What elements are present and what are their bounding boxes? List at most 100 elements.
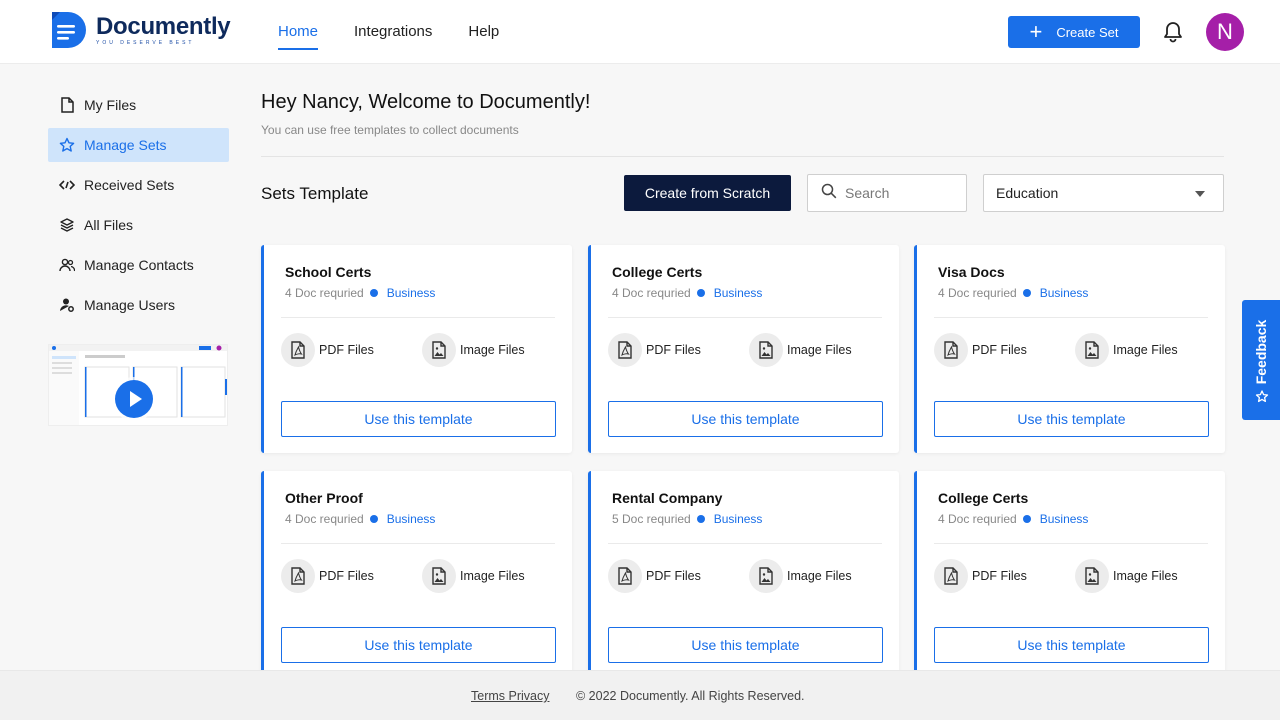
file-icon xyxy=(59,97,75,113)
pdf-file-icon xyxy=(608,333,642,367)
template-card: School Certs 4 Doc requried Business PDF… xyxy=(261,245,572,453)
search-icon xyxy=(821,183,837,204)
sidebar: My Files Manage Sets Received Sets All F… xyxy=(48,88,229,328)
file-type-pdf: PDF Files xyxy=(608,559,701,593)
section-divider xyxy=(261,156,1224,157)
use-template-button[interactable]: Use this template xyxy=(608,627,883,663)
card-category: Business xyxy=(1039,512,1089,526)
file-type-pdf: PDF Files xyxy=(608,333,701,367)
file-type-pdf: PDF Files xyxy=(281,333,374,367)
card-divider xyxy=(934,543,1208,544)
pdf-file-icon xyxy=(608,559,642,593)
pdf-files-label: PDF Files xyxy=(319,569,374,583)
user-avatar[interactable]: N xyxy=(1206,13,1244,51)
card-doc-count: 4 Doc requried xyxy=(938,512,1017,526)
card-title: College Certs xyxy=(612,264,703,280)
card-divider xyxy=(934,317,1208,318)
image-files-label: Image Files xyxy=(460,569,525,583)
pdf-files-label: PDF Files xyxy=(972,343,1027,357)
bell-icon[interactable] xyxy=(1162,20,1184,44)
sidebar-item-all-files[interactable]: All Files xyxy=(48,208,229,242)
sidebar-item-label: My Files xyxy=(84,97,137,113)
file-type-image: Image Files xyxy=(1075,559,1178,593)
card-doc-count: 4 Doc requried xyxy=(938,286,1017,300)
image-file-icon xyxy=(422,333,456,367)
brand-wordmark: Documently YOU DESERVE BEST xyxy=(96,13,231,47)
category-select[interactable]: Education xyxy=(983,174,1224,212)
category-dot-icon xyxy=(369,515,378,523)
top-header: Documently YOU DESERVE BEST Home Integra… xyxy=(0,0,1280,64)
sidebar-item-my-files[interactable]: My Files xyxy=(48,88,229,122)
template-card: Rental Company 5 Doc requried Business P… xyxy=(588,471,899,679)
sidebar-item-label: All Files xyxy=(84,217,134,233)
pdf-files-label: PDF Files xyxy=(319,343,374,357)
category-dot-icon xyxy=(696,515,705,523)
terms-privacy-link[interactable]: Terms Privacy xyxy=(471,689,549,703)
welcome-title: Hey Nancy, Welcome to Documently! xyxy=(261,91,591,113)
pdf-file-icon xyxy=(281,559,315,593)
card-divider xyxy=(608,317,882,318)
nav-integrations[interactable]: Integrations xyxy=(354,0,432,64)
search-box[interactable] xyxy=(807,174,967,212)
use-template-button[interactable]: Use this template xyxy=(934,627,1209,663)
card-meta: 4 Doc requried Business xyxy=(285,512,435,526)
image-files-label: Image Files xyxy=(787,343,852,357)
nav-home[interactable]: Home xyxy=(278,0,319,64)
card-title: School Certs xyxy=(285,264,372,280)
pdf-files-label: PDF Files xyxy=(646,569,701,583)
pdf-files-label: PDF Files xyxy=(972,569,1027,583)
document-logo-icon xyxy=(48,10,86,50)
card-meta: 5 Doc requried Business xyxy=(612,512,762,526)
card-meta: 4 Doc requried Business xyxy=(938,286,1088,300)
card-title: College Certs xyxy=(938,490,1029,506)
play-icon[interactable] xyxy=(115,380,153,418)
file-type-pdf: PDF Files xyxy=(934,559,1027,593)
sidebar-item-label: Manage Users xyxy=(84,297,176,313)
file-type-image: Image Files xyxy=(422,333,525,367)
sidebar-item-manage-sets[interactable]: Manage Sets xyxy=(48,128,229,162)
card-divider xyxy=(608,543,882,544)
file-type-pdf: PDF Files xyxy=(281,559,374,593)
users-icon xyxy=(59,257,75,273)
copyright-text: © 2022 Documently. All Rights Reserved. xyxy=(576,689,805,703)
plus-icon: + xyxy=(1029,19,1043,44)
sidebar-item-manage-contacts[interactable]: Manage Contacts xyxy=(48,248,229,282)
nav-help[interactable]: Help xyxy=(468,0,499,64)
card-divider xyxy=(281,543,555,544)
create-set-button[interactable]: + Create Set xyxy=(1008,16,1140,48)
use-template-button[interactable]: Use this template xyxy=(281,401,556,437)
code-icon xyxy=(59,177,75,193)
feedback-label: Feedback xyxy=(1253,319,1269,385)
sidebar-item-received-sets[interactable]: Received Sets xyxy=(48,168,229,202)
image-file-icon xyxy=(1075,333,1109,367)
file-type-image: Image Files xyxy=(749,333,852,367)
brand-logo[interactable]: Documently YOU DESERVE BEST xyxy=(48,10,231,50)
welcome-subtitle: You can use free templates to collect do… xyxy=(261,123,519,137)
layers-icon xyxy=(59,217,75,233)
tutorial-video-thumbnail[interactable] xyxy=(48,344,228,426)
file-type-image: Image Files xyxy=(1075,333,1178,367)
image-file-icon xyxy=(749,559,783,593)
card-meta: 4 Doc requried Business xyxy=(285,286,435,300)
search-input[interactable] xyxy=(845,185,955,201)
pdf-file-icon xyxy=(934,559,968,593)
create-set-label: Create Set xyxy=(1056,24,1119,40)
card-category: Business xyxy=(713,286,763,300)
card-category: Business xyxy=(386,286,436,300)
image-files-label: Image Files xyxy=(1113,343,1178,357)
create-from-scratch-button[interactable]: Create from Scratch xyxy=(624,175,791,211)
main-nav: Home Integrations Help xyxy=(278,0,535,64)
use-template-button[interactable]: Use this template xyxy=(281,627,556,663)
image-file-icon xyxy=(422,559,456,593)
feedback-tab[interactable]: Feedback xyxy=(1242,300,1280,420)
use-template-button[interactable]: Use this template xyxy=(608,401,883,437)
chevron-down-icon xyxy=(1195,191,1205,197)
category-dot-icon xyxy=(696,289,705,297)
brand-name: Documently xyxy=(96,13,231,40)
sidebar-item-manage-users[interactable]: Manage Users xyxy=(48,288,229,322)
sidebar-item-label: Manage Sets xyxy=(84,137,167,153)
file-type-image: Image Files xyxy=(422,559,525,593)
sidebar-item-label: Received Sets xyxy=(84,177,175,193)
use-template-button[interactable]: Use this template xyxy=(934,401,1209,437)
image-file-icon xyxy=(749,333,783,367)
